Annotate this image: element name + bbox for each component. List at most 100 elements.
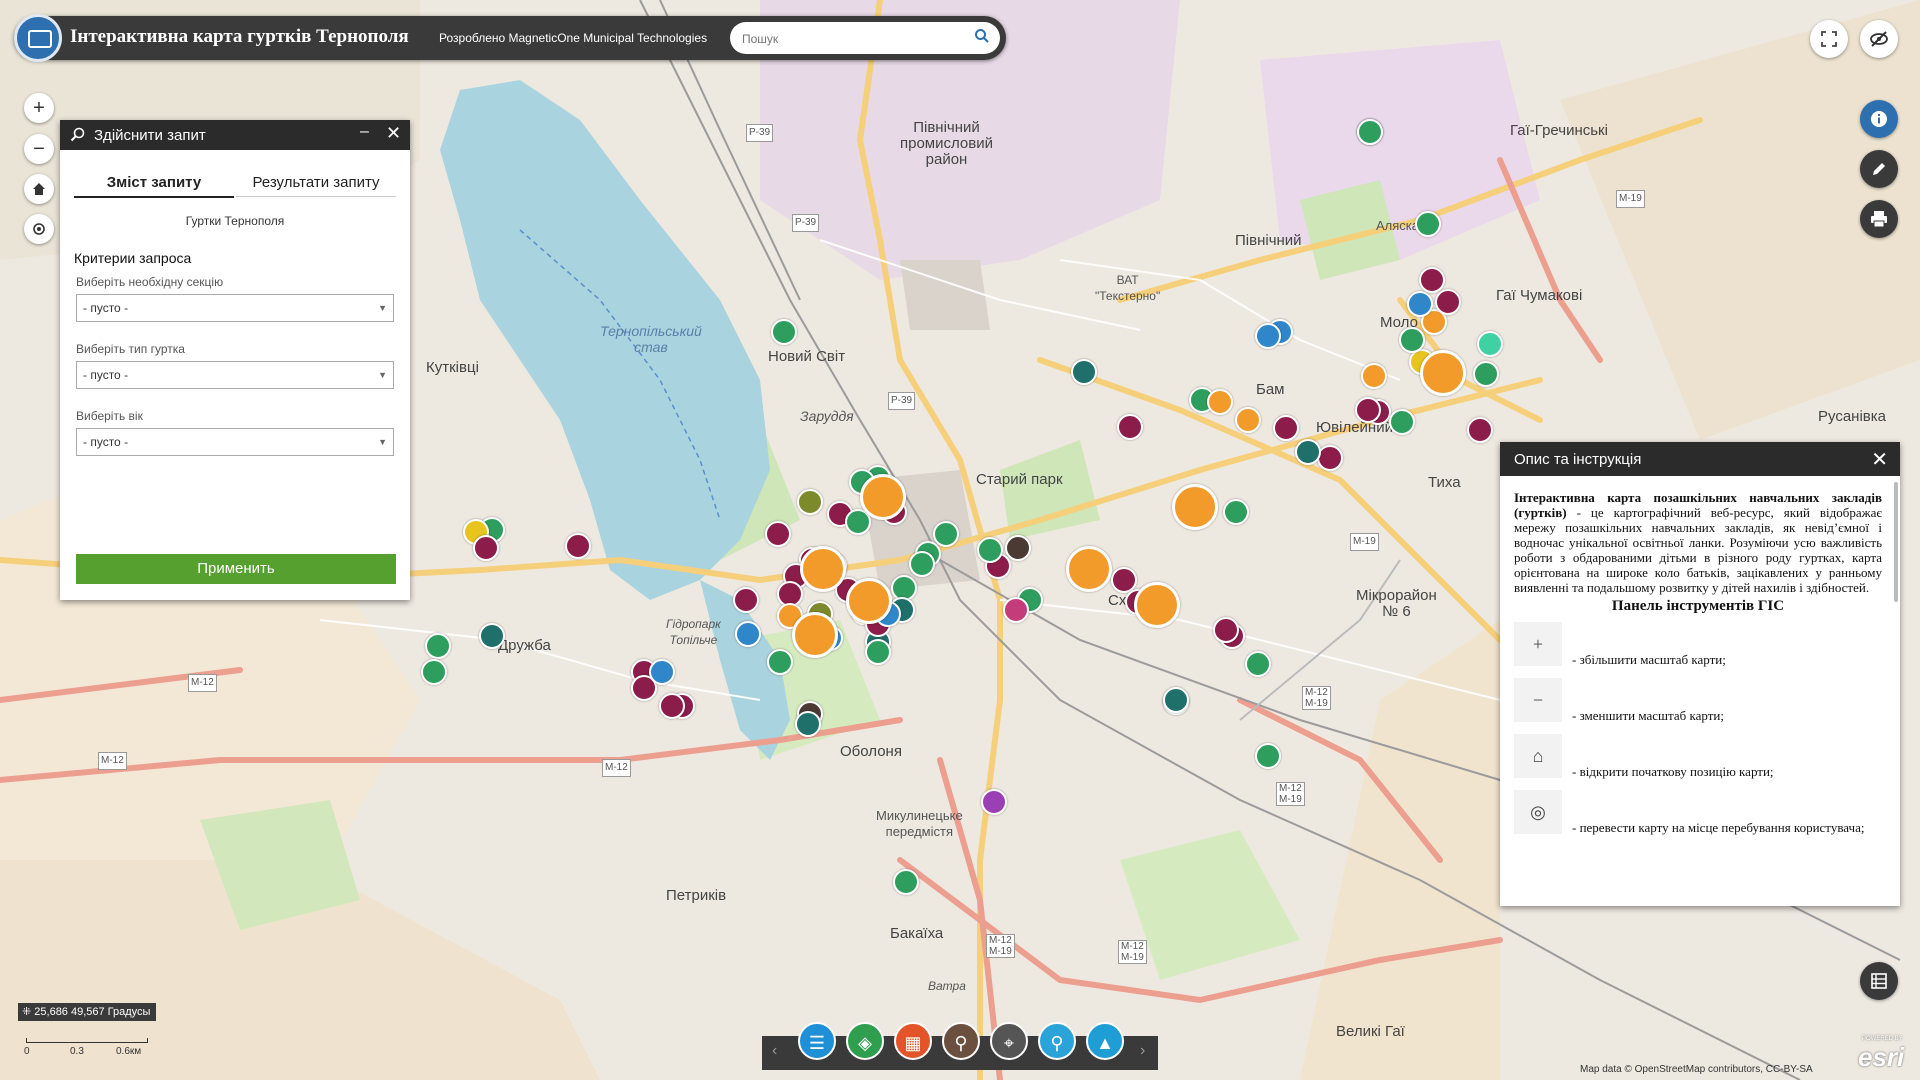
about-button[interactable] xyxy=(1860,100,1898,138)
club-marker[interactable] xyxy=(565,533,591,559)
club-marker[interactable] xyxy=(1361,363,1387,389)
tool-description: - збільшити масштаб карти; xyxy=(1572,652,1726,667)
map-label: Північний xyxy=(1235,232,1302,249)
club-marker[interactable] xyxy=(1003,597,1029,623)
club-marker[interactable] xyxy=(1071,359,1097,385)
print-button[interactable] xyxy=(1860,200,1898,238)
map-label: Микулинецьке передмістя xyxy=(876,808,963,839)
search-icon[interactable] xyxy=(972,28,992,48)
club-type-select-value: - пусто - xyxy=(83,368,129,382)
cluster-marker[interactable] xyxy=(800,546,846,592)
close-icon[interactable]: ✕ xyxy=(1871,447,1888,472)
cluster-marker[interactable] xyxy=(1420,350,1466,396)
layer-list-button[interactable]: ☰ xyxy=(798,1022,836,1060)
tab-query-content[interactable]: Зміст запиту xyxy=(74,170,234,198)
club-marker[interactable] xyxy=(1213,617,1239,643)
club-marker[interactable] xyxy=(795,711,821,737)
road-shield: M-12 xyxy=(98,752,127,770)
club-marker[interactable] xyxy=(1235,407,1261,433)
club-marker[interactable] xyxy=(1407,291,1433,317)
club-marker[interactable] xyxy=(659,693,685,719)
club-marker[interactable] xyxy=(933,521,959,547)
fullscreen-button[interactable] xyxy=(1810,20,1848,58)
club-marker[interactable] xyxy=(797,489,823,515)
club-marker[interactable] xyxy=(1207,389,1233,415)
club-marker[interactable] xyxy=(1163,687,1189,713)
cluster-marker[interactable] xyxy=(846,578,892,624)
club-marker[interactable] xyxy=(977,537,1003,563)
description-scrollbar[interactable] xyxy=(1894,482,1898,602)
query-button[interactable]: ⚲ xyxy=(942,1022,980,1060)
education-button[interactable]: ▲ xyxy=(1086,1022,1124,1060)
club-marker[interactable] xyxy=(1245,651,1271,677)
club-marker[interactable] xyxy=(735,621,761,647)
club-marker[interactable] xyxy=(865,639,891,665)
description-panel-titlebar[interactable]: Опис та інструкція ✕ xyxy=(1500,442,1900,476)
cluster-marker[interactable] xyxy=(860,474,906,520)
club-marker[interactable] xyxy=(1255,743,1281,769)
cluster-marker[interactable] xyxy=(1172,484,1218,530)
hide-widgets-button[interactable] xyxy=(1860,20,1898,58)
club-marker[interactable] xyxy=(1415,211,1441,237)
club-marker[interactable] xyxy=(1355,397,1381,423)
club-marker[interactable] xyxy=(1467,417,1493,443)
club-marker[interactable] xyxy=(1295,439,1321,465)
cluster-marker[interactable] xyxy=(1066,546,1112,592)
club-marker[interactable] xyxy=(1317,445,1343,471)
club-marker[interactable] xyxy=(649,659,675,685)
chevron-left-icon[interactable]: ‹ xyxy=(772,1042,777,1060)
attribute-table-button[interactable] xyxy=(1860,962,1898,1000)
printer-icon xyxy=(1871,211,1887,228)
tab-query-results[interactable]: Результати запиту xyxy=(236,170,396,197)
club-marker[interactable] xyxy=(1389,409,1415,435)
close-icon[interactable]: ✕ xyxy=(386,123,401,144)
club-marker[interactable] xyxy=(733,587,759,613)
layers-button[interactable]: ◈ xyxy=(846,1022,884,1060)
club-type-select[interactable]: - пусто - ▼ xyxy=(76,361,394,389)
zoom-in-button[interactable]: + xyxy=(24,93,54,123)
search-tool-button[interactable]: ⚲ xyxy=(1038,1022,1076,1060)
club-marker[interactable] xyxy=(909,551,935,577)
basemap-gallery-button[interactable]: ▦ xyxy=(894,1022,932,1060)
club-marker[interactable] xyxy=(1435,289,1461,315)
draw-button[interactable] xyxy=(1860,150,1898,188)
minimize-icon[interactable]: – xyxy=(360,123,369,141)
map-label: ВАТ "Текстерно" xyxy=(1095,273,1161,303)
road-shield: P-39 xyxy=(792,214,820,232)
map-label: Гаї-Гречинські xyxy=(1510,122,1608,139)
club-marker[interactable] xyxy=(473,535,499,561)
query-panel-titlebar[interactable]: Здійснити запит – ✕ xyxy=(60,120,410,150)
club-marker[interactable] xyxy=(1419,267,1445,293)
geolocation-button[interactable]: ⌖ xyxy=(990,1022,1028,1060)
club-marker[interactable] xyxy=(1273,415,1299,441)
locate-button[interactable] xyxy=(24,214,54,244)
club-marker[interactable] xyxy=(981,789,1007,815)
club-marker[interactable] xyxy=(421,659,447,685)
club-marker[interactable] xyxy=(1357,119,1383,145)
cluster-marker[interactable] xyxy=(1134,582,1180,628)
club-marker[interactable] xyxy=(765,521,791,547)
road-shield: M-12 xyxy=(602,759,631,777)
club-marker[interactable] xyxy=(1255,323,1281,349)
club-marker[interactable] xyxy=(479,623,505,649)
club-marker[interactable] xyxy=(767,649,793,675)
club-marker[interactable] xyxy=(1399,327,1425,353)
road-shield: M-12 M-19 xyxy=(1118,940,1147,964)
apply-button[interactable]: Применить xyxy=(76,554,396,584)
zoom-out-button[interactable]: − xyxy=(24,134,54,164)
age-select[interactable]: - пусто - ▼ xyxy=(76,428,394,456)
chevron-right-icon[interactable]: › xyxy=(1140,1042,1145,1060)
section-select[interactable]: - пусто - ▼ xyxy=(76,294,394,322)
club-marker[interactable] xyxy=(1473,361,1499,387)
club-marker[interactable] xyxy=(1117,414,1143,440)
club-marker[interactable] xyxy=(771,319,797,345)
club-marker[interactable] xyxy=(425,633,451,659)
home-button[interactable] xyxy=(24,174,54,204)
cluster-marker[interactable] xyxy=(792,612,838,658)
map-label: Заруддя xyxy=(800,408,854,424)
search-input[interactable] xyxy=(740,28,964,50)
club-marker[interactable] xyxy=(1005,535,1031,561)
club-marker[interactable] xyxy=(893,869,919,895)
club-marker[interactable] xyxy=(1223,499,1249,525)
club-marker[interactable] xyxy=(1477,331,1503,357)
